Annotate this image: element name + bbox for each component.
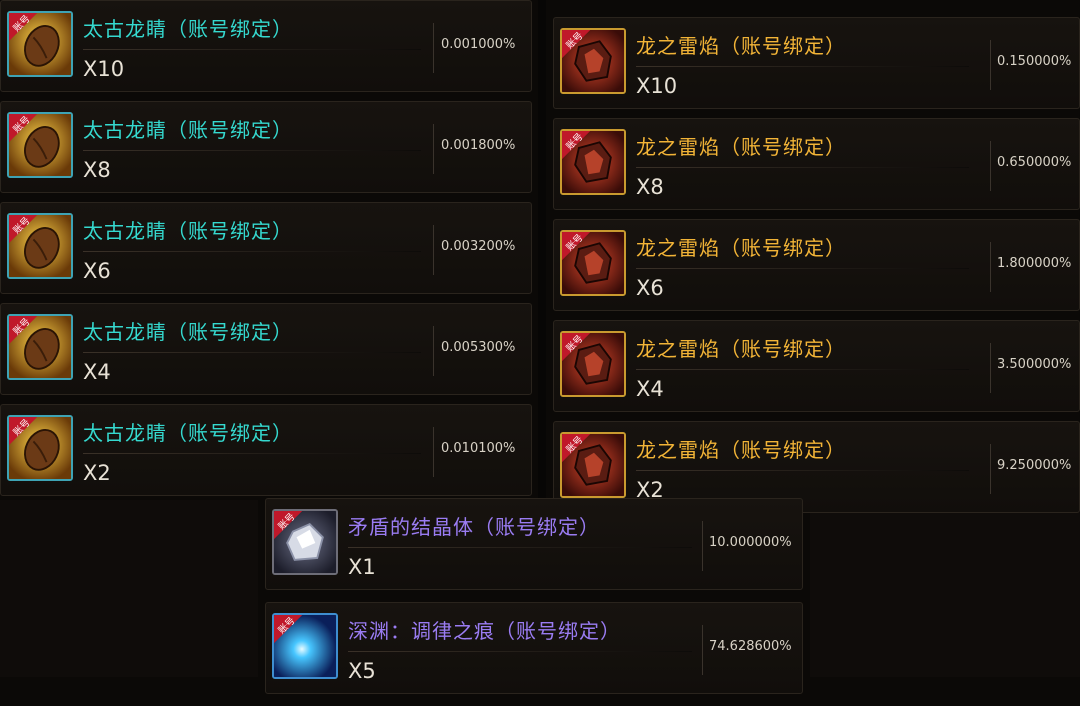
item-name: 龙之雷焰（账号绑定） — [636, 135, 846, 159]
item-name: 太古龙睛（账号绑定） — [83, 421, 293, 445]
drop-rate: 74.628600% — [709, 639, 792, 654]
rate-divider — [990, 444, 991, 494]
item-name: 龙之雷焰（账号绑定） — [636, 34, 846, 58]
row-separator — [83, 251, 421, 252]
reward-row: 账号 太古龙睛（账号绑定） X6 0.003200% — [0, 202, 532, 294]
rate-divider — [702, 521, 703, 571]
dragon-eye-icon[interactable]: 账号 — [7, 415, 73, 481]
drop-rate: 0.005300% — [441, 340, 516, 355]
item-name: 矛盾的结晶体（账号绑定） — [348, 515, 600, 539]
empty-panel-left — [0, 500, 258, 677]
item-quantity: X2 — [83, 461, 111, 485]
dragon-thunder-flame-icon[interactable]: 账号 — [560, 28, 626, 94]
item-quantity: X1 — [348, 555, 376, 579]
item-quantity: X10 — [83, 57, 125, 81]
reward-list-bottom: 账号 矛盾的结晶体（账号绑定） X1 10.000000% 账号 深渊：调律之痕… — [265, 498, 803, 706]
item-name: 龙之雷焰（账号绑定） — [636, 438, 846, 462]
rate-divider — [990, 40, 991, 90]
dragon-eye-icon[interactable]: 账号 — [7, 112, 73, 178]
drop-rate: 0.650000% — [997, 155, 1072, 170]
item-name: 太古龙睛（账号绑定） — [83, 219, 293, 243]
row-separator — [636, 66, 969, 67]
item-quantity: X6 — [83, 259, 111, 283]
rate-divider — [433, 124, 434, 174]
empty-panel-right — [810, 495, 1080, 677]
row-separator — [636, 167, 969, 168]
rate-divider — [433, 225, 434, 275]
reward-row: 账号 太古龙睛（账号绑定） X4 0.005300% — [0, 303, 532, 395]
reward-row: 账号 太古龙睛（账号绑定） X10 0.001000% — [0, 0, 532, 92]
item-quantity: X6 — [636, 276, 664, 300]
row-separator — [636, 369, 969, 370]
item-name: 太古龙睛（账号绑定） — [83, 320, 293, 344]
reward-row: 账号 龙之雷焰（账号绑定） X4 3.500000% — [553, 320, 1080, 412]
rate-divider — [433, 326, 434, 376]
row-separator — [83, 352, 421, 353]
drop-rate: 0.010100% — [441, 441, 516, 456]
dragon-eye-icon[interactable]: 账号 — [7, 213, 73, 279]
reward-row: 账号 龙之雷焰（账号绑定） X6 1.800000% — [553, 219, 1080, 311]
drop-rate: 3.500000% — [997, 357, 1072, 372]
drop-rate: 0.003200% — [441, 239, 516, 254]
drop-rate: 9.250000% — [997, 458, 1072, 473]
reward-list-left: 账号 太古龙睛（账号绑定） X10 0.001000% 账号 太古龙睛（账号绑定… — [0, 0, 532, 505]
drop-rate: 1.800000% — [997, 256, 1072, 271]
rate-divider — [990, 242, 991, 292]
drop-rate: 0.001800% — [441, 138, 516, 153]
dragon-thunder-flame-icon[interactable]: 账号 — [560, 331, 626, 397]
row-separator — [348, 651, 692, 652]
row-separator — [636, 470, 969, 471]
rate-divider — [433, 23, 434, 73]
item-quantity: X8 — [636, 175, 664, 199]
row-separator — [83, 453, 421, 454]
item-name: 龙之雷焰（账号绑定） — [636, 337, 846, 361]
row-separator — [83, 49, 421, 50]
item-quantity: X10 — [636, 74, 678, 98]
reward-row: 账号 龙之雷焰（账号绑定） X10 0.150000% — [553, 17, 1080, 109]
rate-divider — [990, 141, 991, 191]
dragon-thunder-flame-icon[interactable]: 账号 — [560, 230, 626, 296]
item-name: 太古龙睛（账号绑定） — [83, 118, 293, 142]
dragon-eye-icon[interactable]: 账号 — [7, 314, 73, 380]
crystal-icon[interactable]: 账号 — [272, 509, 338, 575]
dragon-thunder-flame-icon[interactable]: 账号 — [560, 129, 626, 195]
reward-row: 账号 太古龙睛（账号绑定） X2 0.010100% — [0, 404, 532, 496]
drop-rate: 0.150000% — [997, 54, 1072, 69]
drop-rate: 10.000000% — [709, 535, 792, 550]
rate-divider — [433, 427, 434, 477]
drop-rate: 0.001000% — [441, 37, 516, 52]
rate-divider — [702, 625, 703, 675]
dragon-eye-icon[interactable]: 账号 — [7, 11, 73, 77]
dragon-thunder-flame-icon[interactable]: 账号 — [560, 432, 626, 498]
reward-row: 账号 太古龙睛（账号绑定） X8 0.001800% — [0, 101, 532, 193]
item-quantity: X4 — [636, 377, 664, 401]
row-separator — [83, 150, 421, 151]
row-separator — [636, 268, 969, 269]
reward-row: 账号 深渊：调律之痕（账号绑定） X5 74.628600% — [265, 602, 803, 694]
item-name: 龙之雷焰（账号绑定） — [636, 236, 846, 260]
item-quantity: X8 — [83, 158, 111, 182]
item-quantity: X4 — [83, 360, 111, 384]
reward-row: 账号 龙之雷焰（账号绑定） X8 0.650000% — [553, 118, 1080, 210]
reward-row: 账号 矛盾的结晶体（账号绑定） X1 10.000000% — [265, 498, 803, 590]
item-quantity: X5 — [348, 659, 376, 683]
item-name: 深渊：调律之痕（账号绑定） — [348, 619, 621, 643]
row-separator — [348, 547, 692, 548]
abyss-orb-icon[interactable]: 账号 — [272, 613, 338, 679]
column-divider — [538, 0, 546, 500]
rate-divider — [990, 343, 991, 393]
reward-list-right: 账号 龙之雷焰（账号绑定） X10 0.150000% 账号 龙之雷焰（账号绑定… — [553, 0, 1080, 522]
item-name: 太古龙睛（账号绑定） — [83, 17, 293, 41]
